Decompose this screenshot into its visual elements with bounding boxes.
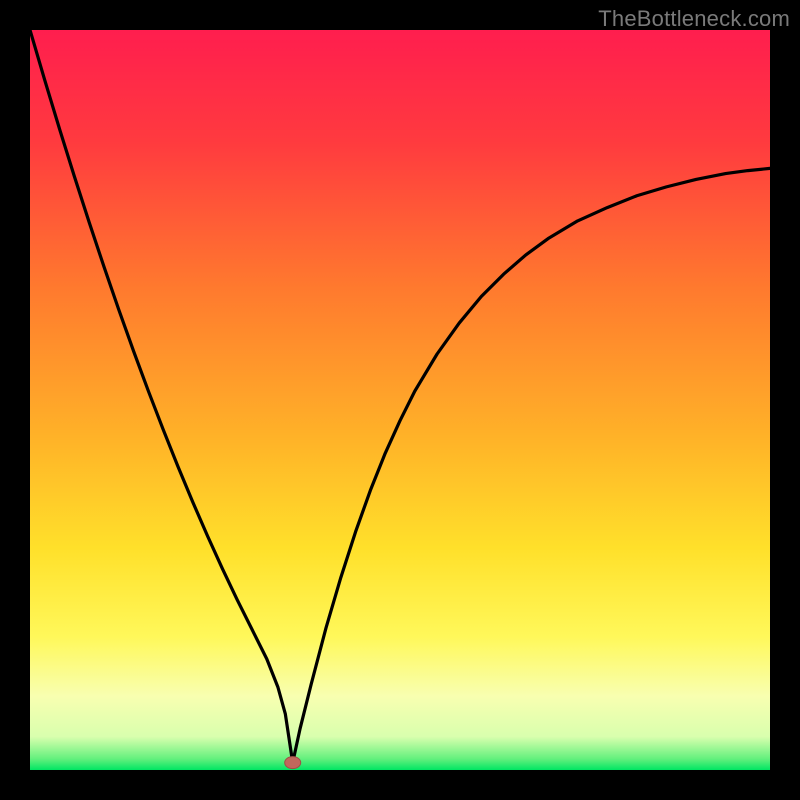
plot-area — [30, 30, 770, 770]
gradient-background — [30, 30, 770, 770]
watermark-text: TheBottleneck.com — [598, 6, 790, 32]
chart-frame: TheBottleneck.com — [0, 0, 800, 800]
chart-svg — [30, 30, 770, 770]
bottleneck-marker — [285, 757, 301, 769]
